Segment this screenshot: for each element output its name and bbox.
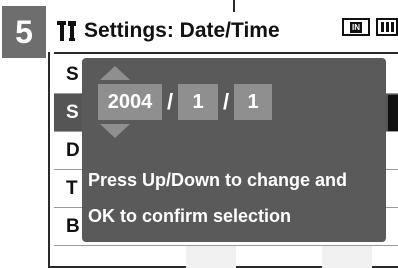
step-number-badge: 5 (2, 6, 46, 58)
screen-top-rule (233, 0, 235, 12)
menu-scroll-footer (54, 246, 398, 268)
decrease-arrow-icon[interactable] (100, 124, 130, 138)
settings-tools-icon (54, 17, 80, 45)
screen-left-border (48, 52, 50, 268)
month-field[interactable]: 1 (178, 84, 218, 120)
increase-arrow-icon[interactable] (100, 66, 130, 80)
page-title: Settings: Date/Time (84, 19, 280, 42)
help-text: Press Up/Down to change and OK to confir… (88, 162, 388, 234)
help-text-line-1: Press Up/Down to change and (88, 170, 348, 190)
date-separator: / (222, 89, 230, 114)
internal-memory-icon: IN (342, 18, 370, 36)
status-icons: IN (342, 18, 398, 36)
battery-icon (376, 18, 398, 36)
year-field[interactable]: 2004 (98, 84, 162, 120)
day-field[interactable]: 1 (234, 84, 272, 120)
date-separator: / (166, 89, 174, 114)
title-divider (54, 52, 398, 54)
help-text-line-2: OK to confirm selection (88, 206, 292, 226)
